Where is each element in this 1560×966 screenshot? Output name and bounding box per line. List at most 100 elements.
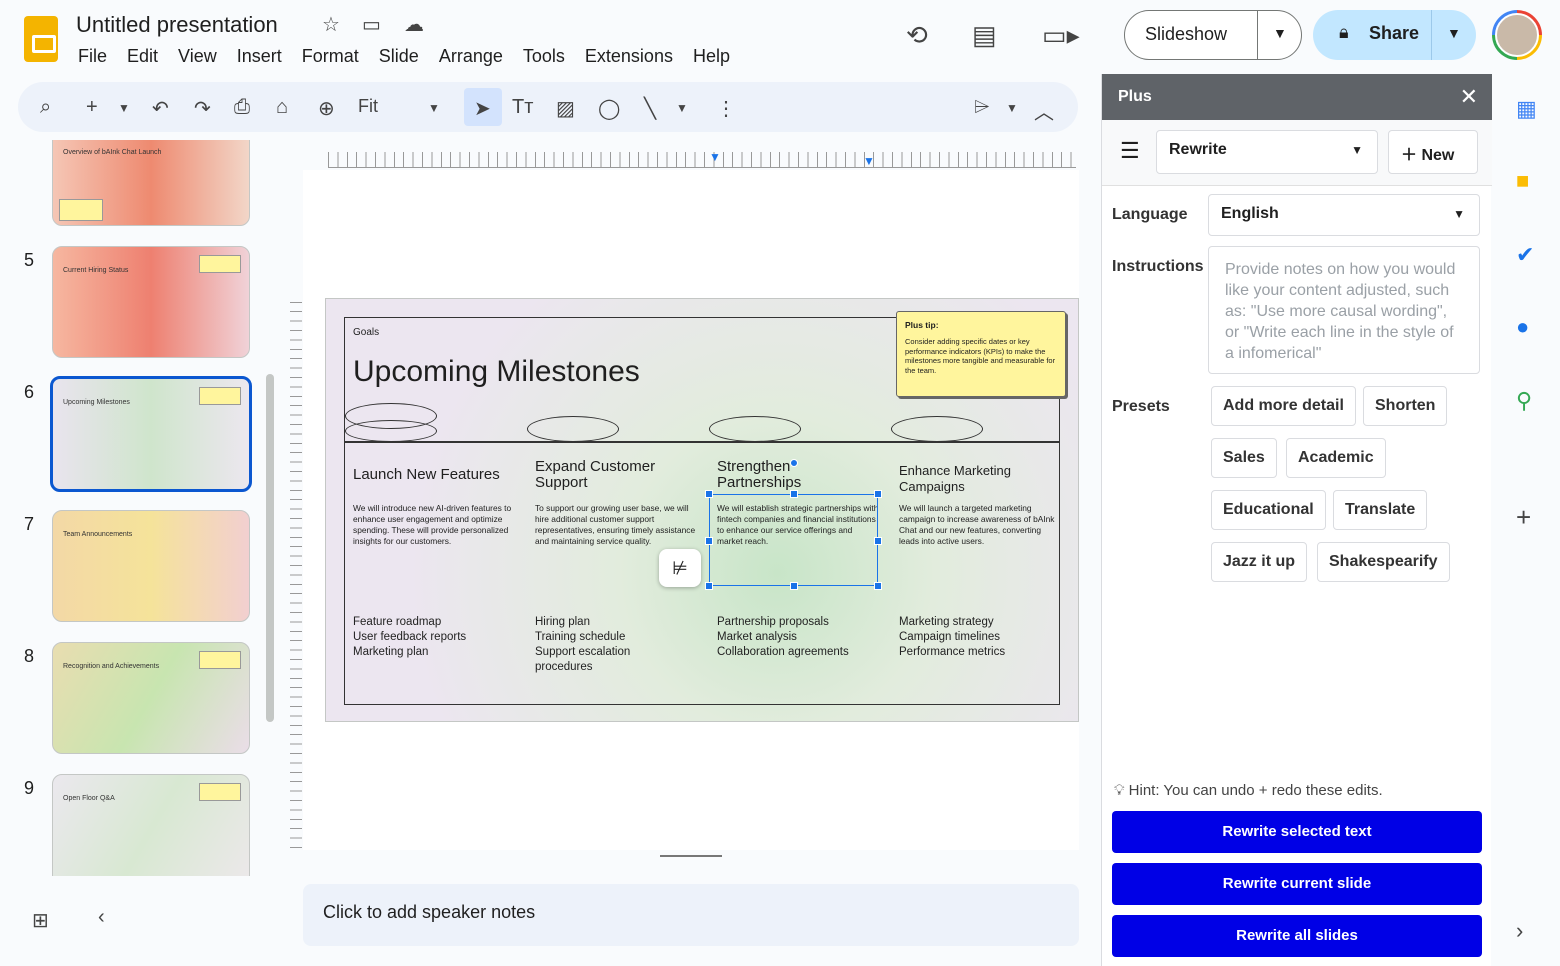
zoom-icon[interactable]: ⊕	[318, 96, 335, 121]
pen-icon[interactable]: ⌲	[974, 96, 990, 119]
zoom-select[interactable]: Fit	[358, 96, 378, 117]
preset-translate[interactable]: Translate	[1333, 490, 1428, 530]
notes-resize-handle[interactable]	[660, 855, 722, 857]
preset-academic[interactable]: Academic	[1286, 438, 1386, 478]
redo-icon[interactable]: ↷	[194, 96, 211, 121]
rotate-handle[interactable]	[790, 459, 798, 467]
menu-insert[interactable]: Insert	[227, 44, 292, 68]
chevron-down-icon[interactable]: ▼	[676, 101, 688, 115]
slide-thumbnail[interactable]: Overview of bAInk Chat Launch	[52, 140, 250, 226]
chevron-down-icon[interactable]: ▼	[1006, 101, 1018, 115]
preset-educational[interactable]: Educational	[1211, 490, 1326, 530]
column-body[interactable]: We will introduce new AI-driven features…	[353, 503, 515, 547]
column-title[interactable]: Expand Customer Support	[535, 459, 695, 491]
keep-icon[interactable]: ■	[1516, 168, 1529, 194]
resize-handle[interactable]	[705, 582, 713, 590]
mode-select[interactable]: Rewrite ▼	[1156, 130, 1378, 174]
slide-thumbnail[interactable]: Team Announcements	[52, 510, 250, 622]
indent-marker-icon[interactable]: ▼	[709, 150, 721, 164]
filmstrip-scrollbar[interactable]	[266, 374, 274, 722]
chevron-down-icon[interactable]: ▼	[118, 101, 130, 115]
search-icon[interactable]: ⌕	[40, 96, 51, 119]
resize-handle[interactable]	[874, 490, 882, 498]
speaker-notes[interactable]: Click to add speaker notes	[303, 884, 1079, 946]
column-list[interactable]: Partnership proposals Market analysis Co…	[717, 615, 887, 660]
chevron-down-icon[interactable]: ▼	[428, 101, 440, 115]
undo-icon[interactable]: ↶	[152, 96, 169, 121]
calendar-icon[interactable]: ▦	[1516, 96, 1537, 122]
slide-eyebrow[interactable]: Goals	[353, 327, 379, 338]
resize-handle[interactable]	[874, 582, 882, 590]
slideshow-button[interactable]: Slideshow ▼	[1124, 10, 1302, 60]
slide-canvas[interactable]: Goals Upcoming Milestones Launch New Fea…	[325, 298, 1079, 722]
meet-icon[interactable]: ▭▸	[1042, 20, 1080, 51]
slide-thumbnail[interactable]: Current Hiring Status	[52, 246, 250, 358]
comments-icon[interactable]: ▤	[972, 20, 997, 51]
slides-logo[interactable]	[24, 16, 58, 62]
new-button[interactable]: ＋ New	[1388, 130, 1478, 174]
preset-shakespearify[interactable]: Shakespearify	[1317, 542, 1450, 582]
preset-sales[interactable]: Sales	[1211, 438, 1277, 478]
hamburger-menu-icon[interactable]: ☰	[1120, 138, 1140, 164]
text-box-icon[interactable]: Tт	[512, 96, 533, 119]
image-icon[interactable]: ▨	[556, 96, 575, 121]
preset-add-more-detail[interactable]: Add more detail	[1211, 386, 1356, 426]
line-icon[interactable]: ╲	[644, 96, 656, 121]
menu-format[interactable]: Format	[292, 44, 369, 68]
chevron-up-icon[interactable]: ︿	[1034, 96, 1054, 125]
version-history-icon[interactable]: ⟲	[906, 20, 928, 51]
column-title[interactable]: Launch New Features	[353, 467, 523, 483]
star-icon[interactable]: ☆	[322, 12, 340, 37]
selected-text-box[interactable]	[705, 459, 882, 590]
menu-view[interactable]: View	[168, 44, 227, 68]
slide-heading[interactable]: Upcoming Milestones	[353, 355, 640, 389]
resize-handle[interactable]	[705, 490, 713, 498]
add-icon[interactable]: +	[86, 96, 98, 119]
resize-handle[interactable]	[790, 490, 798, 498]
menu-tools[interactable]: Tools	[513, 44, 575, 68]
smart-compose-toggle-icon[interactable]: ⊭	[659, 549, 701, 587]
menu-arrange[interactable]: Arrange	[429, 44, 513, 68]
avatar[interactable]	[1492, 10, 1542, 60]
select-tool-button[interactable]: ➤	[464, 88, 502, 126]
chevron-right-icon[interactable]: ›	[1516, 918, 1523, 944]
shape-icon[interactable]: ◯	[598, 96, 620, 121]
horizontal-ruler[interactable]	[328, 152, 1076, 168]
vertical-ruler[interactable]	[290, 298, 302, 848]
contacts-icon[interactable]: ●	[1516, 314, 1529, 340]
menu-slide[interactable]: Slide	[369, 44, 429, 68]
column-list[interactable]: Marketing strategy Campaign timelines Pe…	[899, 615, 1069, 660]
chevron-down-icon[interactable]: ▼	[1447, 25, 1461, 41]
column-list[interactable]: Hiring plan Training schedule Support es…	[535, 615, 645, 675]
grid-view-icon[interactable]: ⊞	[32, 908, 49, 933]
plus-tip-note[interactable]: Plus tip: Consider adding specific dates…	[896, 311, 1066, 397]
instructions-textarea[interactable]: Provide notes on how you would like your…	[1208, 246, 1480, 374]
paint-format-icon[interactable]: ⌂	[276, 96, 288, 119]
column-title[interactable]: Enhance Marketing Campaigns	[899, 463, 1039, 495]
close-icon[interactable]: ✕	[1460, 84, 1478, 110]
slide-thumbnail[interactable]: Recognition and Achievements	[52, 642, 250, 754]
column-body[interactable]: To support our growing user base, we wil…	[535, 503, 697, 547]
print-icon[interactable]: ⎙	[234, 96, 250, 119]
slide-thumbnail[interactable]: Open Floor Q&A	[52, 774, 250, 876]
resize-handle[interactable]	[874, 537, 882, 545]
menu-file[interactable]: File	[68, 44, 117, 68]
resize-handle[interactable]	[790, 582, 798, 590]
tasks-icon[interactable]: ✔	[1516, 242, 1534, 268]
move-folder-icon[interactable]: ▭	[362, 12, 381, 37]
menu-help[interactable]: Help	[683, 44, 740, 68]
maps-icon[interactable]: ⚲	[1516, 388, 1532, 414]
column-body[interactable]: We will launch a targeted marketing camp…	[899, 503, 1061, 547]
slide-thumbnail-selected[interactable]: Upcoming Milestones	[50, 376, 252, 492]
cloud-status-icon[interactable]: ☁	[404, 12, 424, 37]
more-icon[interactable]: ⋮	[716, 96, 736, 121]
language-select[interactable]: English ▼	[1208, 194, 1480, 236]
rewrite-all-slides-button[interactable]: Rewrite all slides	[1112, 915, 1482, 957]
chevron-left-icon[interactable]: ‹	[98, 906, 105, 929]
menu-extensions[interactable]: Extensions	[575, 44, 683, 68]
add-addon-icon[interactable]: +	[1516, 502, 1531, 533]
preset-jazz-it-up[interactable]: Jazz it up	[1211, 542, 1308, 582]
rewrite-selected-text-button[interactable]: Rewrite selected text	[1112, 811, 1482, 853]
preset-shorten[interactable]: Shorten	[1363, 386, 1448, 426]
menu-edit[interactable]: Edit	[117, 44, 168, 68]
